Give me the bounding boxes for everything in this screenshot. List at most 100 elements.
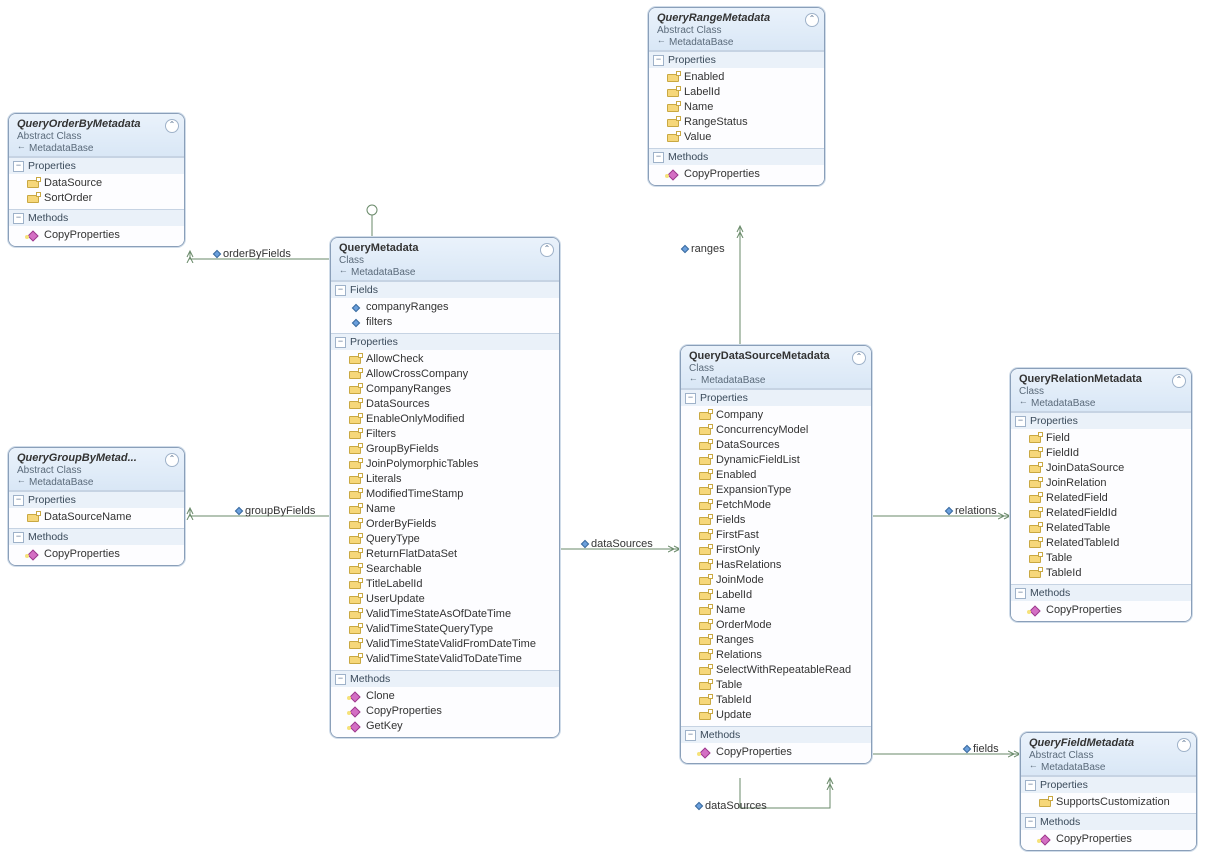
property-item[interactable]: EnableOnlyModified bbox=[331, 412, 559, 427]
section-header[interactable]: −Properties bbox=[331, 334, 559, 350]
class-header[interactable]: QueryRangeMetadata Abstract Class Metada… bbox=[649, 8, 824, 51]
property-item[interactable]: FieldId bbox=[1011, 446, 1191, 461]
section-header[interactable]: −Properties bbox=[649, 52, 824, 68]
section-header[interactable]: −Methods bbox=[9, 210, 184, 226]
method-item[interactable]: CopyProperties bbox=[331, 704, 559, 719]
property-item[interactable]: DataSources bbox=[681, 438, 871, 453]
method-item[interactable]: CopyProperties bbox=[9, 228, 184, 243]
property-item[interactable]: Ranges bbox=[681, 633, 871, 648]
method-item[interactable]: CopyProperties bbox=[649, 167, 824, 182]
property-item[interactable]: SortOrder bbox=[9, 191, 184, 206]
property-item[interactable]: Fields bbox=[681, 513, 871, 528]
property-item[interactable]: RelatedFieldId bbox=[1011, 506, 1191, 521]
section-header[interactable]: −Properties bbox=[9, 492, 184, 508]
section-header[interactable]: −Methods bbox=[1021, 814, 1196, 830]
property-item[interactable]: Table bbox=[1011, 551, 1191, 566]
property-item[interactable]: SupportsCustomization bbox=[1021, 795, 1196, 810]
class-header[interactable]: QueryOrderByMetadata Abstract Class Meta… bbox=[9, 114, 184, 157]
property-item[interactable]: Filters bbox=[331, 427, 559, 442]
property-item[interactable]: ValidTimeStateValidFromDateTime bbox=[331, 637, 559, 652]
method-item[interactable]: GetKey bbox=[331, 719, 559, 734]
method-item[interactable]: CopyProperties bbox=[1011, 603, 1191, 618]
collapse-icon[interactable]: ⌃ bbox=[1172, 374, 1186, 388]
property-item[interactable]: FetchMode bbox=[681, 498, 871, 513]
property-item[interactable]: ValidTimeStateQueryType bbox=[331, 622, 559, 637]
collapse-icon[interactable]: ⌃ bbox=[165, 453, 179, 467]
property-item[interactable]: DataSources bbox=[331, 397, 559, 412]
property-item[interactable]: Name bbox=[681, 603, 871, 618]
property-item[interactable]: DataSource bbox=[9, 176, 184, 191]
property-item[interactable]: FirstFast bbox=[681, 528, 871, 543]
property-item[interactable]: LabelId bbox=[681, 588, 871, 603]
class-queryrangemetadata[interactable]: QueryRangeMetadata Abstract Class Metada… bbox=[648, 7, 825, 186]
property-item[interactable]: JoinPolymorphicTables bbox=[331, 457, 559, 472]
property-item[interactable]: Searchable bbox=[331, 562, 559, 577]
property-item[interactable]: Company bbox=[681, 408, 871, 423]
property-item[interactable]: ValidTimeStateAsOfDateTime bbox=[331, 607, 559, 622]
class-querydatasourcemetadata[interactable]: QueryDataSourceMetadata Class MetadataBa… bbox=[680, 345, 872, 764]
method-item[interactable]: CopyProperties bbox=[9, 547, 184, 562]
class-header[interactable]: QueryRelationMetadata Class MetadataBase… bbox=[1011, 369, 1191, 412]
property-item[interactable]: GroupByFields bbox=[331, 442, 559, 457]
section-header[interactable]: −Properties bbox=[1011, 413, 1191, 429]
section-header[interactable]: −Methods bbox=[331, 671, 559, 687]
section-header[interactable]: −Methods bbox=[9, 529, 184, 545]
property-item[interactable]: CompanyRanges bbox=[331, 382, 559, 397]
property-item[interactable]: RelatedTableId bbox=[1011, 536, 1191, 551]
property-item[interactable]: OrderMode bbox=[681, 618, 871, 633]
collapse-icon[interactable]: ⌃ bbox=[1177, 738, 1191, 752]
method-item[interactable]: CopyProperties bbox=[681, 745, 871, 760]
property-item[interactable]: Enabled bbox=[681, 468, 871, 483]
property-item[interactable]: Update bbox=[681, 708, 871, 723]
section-header[interactable]: −Properties bbox=[9, 158, 184, 174]
section-header[interactable]: −Methods bbox=[681, 727, 871, 743]
class-header[interactable]: QueryGroupByMetad... Abstract Class Meta… bbox=[9, 448, 184, 491]
class-querygroupbymetadata[interactable]: QueryGroupByMetad... Abstract Class Meta… bbox=[8, 447, 185, 566]
property-item[interactable]: Value bbox=[649, 130, 824, 145]
property-item[interactable]: ModifiedTimeStamp bbox=[331, 487, 559, 502]
property-item[interactable]: ValidTimeStateValidToDateTime bbox=[331, 652, 559, 667]
field-item[interactable]: companyRanges bbox=[331, 300, 559, 315]
property-item[interactable]: DynamicFieldList bbox=[681, 453, 871, 468]
property-item[interactable]: Literals bbox=[331, 472, 559, 487]
class-queryrelationmetadata[interactable]: QueryRelationMetadata Class MetadataBase… bbox=[1010, 368, 1192, 622]
property-item[interactable]: Name bbox=[649, 100, 824, 115]
property-item[interactable]: RelatedTable bbox=[1011, 521, 1191, 536]
collapse-icon[interactable]: ⌃ bbox=[852, 351, 866, 365]
property-item[interactable]: ReturnFlatDataSet bbox=[331, 547, 559, 562]
property-item[interactable]: JoinMode bbox=[681, 573, 871, 588]
property-item[interactable]: ExpansionType bbox=[681, 483, 871, 498]
collapse-icon[interactable]: ⌃ bbox=[165, 119, 179, 133]
section-header[interactable]: −Properties bbox=[1021, 777, 1196, 793]
method-item[interactable]: Clone bbox=[331, 689, 559, 704]
property-item[interactable]: HasRelations bbox=[681, 558, 871, 573]
property-item[interactable]: Enabled bbox=[649, 70, 824, 85]
section-header[interactable]: −Methods bbox=[649, 149, 824, 165]
property-item[interactable]: AllowCrossCompany bbox=[331, 367, 559, 382]
property-item[interactable]: ConcurrencyModel bbox=[681, 423, 871, 438]
section-header[interactable]: −Methods bbox=[1011, 585, 1191, 601]
property-item[interactable]: Relations bbox=[681, 648, 871, 663]
property-item[interactable]: JoinDataSource bbox=[1011, 461, 1191, 476]
method-item[interactable]: CopyProperties bbox=[1021, 832, 1196, 847]
section-header[interactable]: −Properties bbox=[681, 390, 871, 406]
property-item[interactable]: Field bbox=[1011, 431, 1191, 446]
property-item[interactable]: OrderByFields bbox=[331, 517, 559, 532]
class-header[interactable]: QueryMetadata Class MetadataBase ⌃ bbox=[331, 238, 559, 281]
property-item[interactable]: TableId bbox=[1011, 566, 1191, 581]
class-queryfieldmetadata[interactable]: QueryFieldMetadata Abstract Class Metada… bbox=[1020, 732, 1197, 851]
property-item[interactable]: TableId bbox=[681, 693, 871, 708]
field-item[interactable]: filters bbox=[331, 315, 559, 330]
property-item[interactable]: TitleLabelId bbox=[331, 577, 559, 592]
property-item[interactable]: DataSourceName bbox=[9, 510, 184, 525]
class-header[interactable]: QueryDataSourceMetadata Class MetadataBa… bbox=[681, 346, 871, 389]
property-item[interactable]: JoinRelation bbox=[1011, 476, 1191, 491]
property-item[interactable]: SelectWithRepeatableRead bbox=[681, 663, 871, 678]
class-queryorderbymetadata[interactable]: QueryOrderByMetadata Abstract Class Meta… bbox=[8, 113, 185, 247]
property-item[interactable]: UserUpdate bbox=[331, 592, 559, 607]
collapse-icon[interactable]: ⌃ bbox=[805, 13, 819, 27]
collapse-icon[interactable]: ⌃ bbox=[540, 243, 554, 257]
section-header[interactable]: −Fields bbox=[331, 282, 559, 298]
property-item[interactable]: Name bbox=[331, 502, 559, 517]
class-querymetadata[interactable]: QueryMetadata Class MetadataBase ⌃ −Fiel… bbox=[330, 237, 560, 738]
